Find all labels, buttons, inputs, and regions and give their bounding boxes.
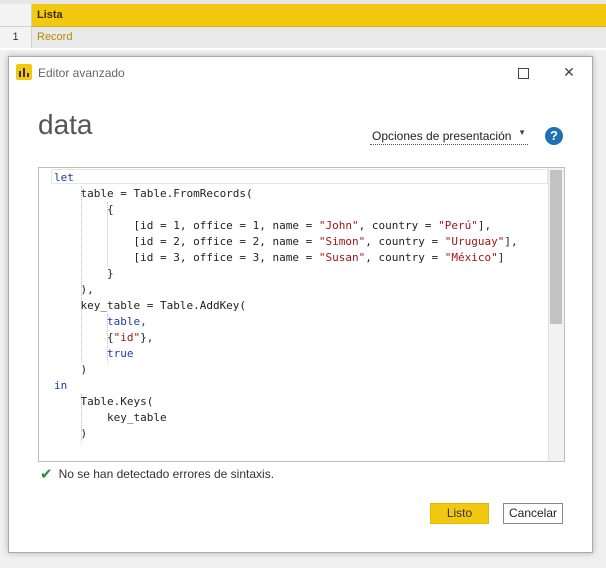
code-line[interactable]: { bbox=[54, 203, 114, 216]
code-token: ], bbox=[504, 235, 518, 248]
code-line[interactable]: table = Table.FromRecords( bbox=[54, 187, 253, 200]
code-keyword: table, bbox=[54, 315, 147, 328]
scrollbar-thumb[interactable] bbox=[550, 170, 562, 324]
code-line[interactable]: {"id"}, bbox=[54, 331, 153, 344]
maximize-icon bbox=[517, 67, 529, 79]
advanced-editor-dialog: Editor avanzado ✕ data Opciones de prese… bbox=[8, 56, 593, 553]
syntax-status-text: No se han detectado errores de sintaxis. bbox=[58, 467, 275, 481]
table-cell[interactable]: Record bbox=[32, 27, 606, 48]
code-keyword: in bbox=[54, 379, 68, 392]
column-header-lista[interactable]: Lista bbox=[32, 4, 606, 27]
query-preview-grid: Lista 1 Record bbox=[0, 0, 606, 50]
code-keyword: true bbox=[54, 347, 134, 360]
row-number-header bbox=[0, 4, 32, 27]
display-options-label: Opciones de presentación bbox=[372, 129, 512, 143]
column-header-label: Lista bbox=[37, 9, 63, 21]
code-token: [id = 2, office = 2, name = bbox=[54, 235, 319, 248]
chevron-down-icon: ▼ bbox=[518, 128, 526, 137]
row-number: 1 bbox=[0, 27, 32, 48]
code-line[interactable]: [id = 3, office = 3, name = "Susan", cou… bbox=[54, 251, 504, 264]
code-string: "México" bbox=[444, 251, 498, 264]
code-text[interactable]: let table = Table.FromRecords( { [id = 1… bbox=[54, 170, 518, 442]
code-string: "id" bbox=[113, 331, 141, 344]
code-token: ), bbox=[54, 283, 94, 296]
checkmark-icon: ✔ bbox=[40, 466, 53, 483]
code-token: [id = 3, office = 3, name = bbox=[54, 251, 319, 264]
code-token: }, bbox=[140, 331, 154, 344]
query-name-heading: data bbox=[38, 109, 93, 140]
maximize-button[interactable] bbox=[509, 60, 537, 84]
done-button[interactable]: Listo bbox=[430, 503, 489, 524]
syntax-status: ✔ No se han detectado errores de sintaxis… bbox=[40, 465, 274, 483]
code-token: , country = bbox=[358, 219, 439, 232]
code-string: "Perú" bbox=[438, 219, 478, 232]
code-line[interactable]: key_table = Table.AddKey( bbox=[54, 299, 246, 312]
code-token: [id = 1, office = 1, name = bbox=[54, 219, 319, 232]
code-token: { bbox=[54, 203, 114, 216]
window-title: Editor avanzado bbox=[38, 66, 125, 80]
code-line[interactable]: in bbox=[54, 379, 67, 392]
code-token: key_table bbox=[54, 411, 167, 424]
close-button[interactable]: ✕ bbox=[555, 60, 583, 84]
code-token: key_table = Table.AddKey( bbox=[54, 299, 247, 312]
code-token: ] bbox=[497, 251, 505, 264]
code-token: } bbox=[54, 267, 114, 280]
code-token: { bbox=[54, 331, 114, 344]
code-line[interactable]: ) bbox=[54, 427, 87, 440]
vertical-scrollbar[interactable] bbox=[548, 168, 564, 461]
code-keyword: let bbox=[54, 171, 74, 184]
code-line[interactable]: key_table bbox=[54, 411, 167, 424]
code-line[interactable]: true bbox=[54, 347, 134, 360]
code-line[interactable]: table, bbox=[54, 315, 147, 328]
code-token: Table.Keys( bbox=[54, 395, 154, 408]
title-bar: Editor avanzado ✕ bbox=[9, 57, 592, 89]
code-string: "John" bbox=[318, 219, 359, 232]
code-line[interactable]: [id = 1, office = 1, name = "John", coun… bbox=[54, 219, 491, 232]
help-icon[interactable]: ? bbox=[545, 127, 563, 145]
code-token: , country = bbox=[365, 235, 445, 248]
code-token: ], bbox=[477, 219, 492, 232]
power-bi-icon bbox=[16, 64, 32, 80]
close-icon: ✕ bbox=[563, 64, 575, 80]
code-token: , country = bbox=[365, 251, 445, 264]
code-token: table = Table.FromRecords( bbox=[54, 187, 253, 200]
code-line[interactable]: } bbox=[54, 267, 114, 280]
cancel-button[interactable]: Cancelar bbox=[503, 503, 563, 524]
code-line[interactable]: Table.Keys( bbox=[54, 395, 153, 408]
code-editor[interactable]: let table = Table.FromRecords( { [id = 1… bbox=[38, 167, 565, 462]
code-string: "Susan" bbox=[318, 251, 366, 264]
code-token: ) bbox=[54, 363, 88, 376]
code-token: ) bbox=[54, 427, 88, 440]
display-options-dropdown[interactable]: Opciones de presentación ▼ bbox=[370, 127, 528, 145]
code-line[interactable]: [id = 2, office = 2, name = "Simon", cou… bbox=[54, 235, 518, 248]
code-line[interactable]: ) bbox=[54, 363, 87, 376]
code-line[interactable]: let bbox=[54, 171, 74, 184]
code-string: "Simon" bbox=[318, 235, 366, 248]
code-line[interactable]: ), bbox=[54, 283, 94, 296]
record-link[interactable]: Record bbox=[37, 31, 72, 43]
code-string: "Uruguay" bbox=[444, 235, 505, 248]
